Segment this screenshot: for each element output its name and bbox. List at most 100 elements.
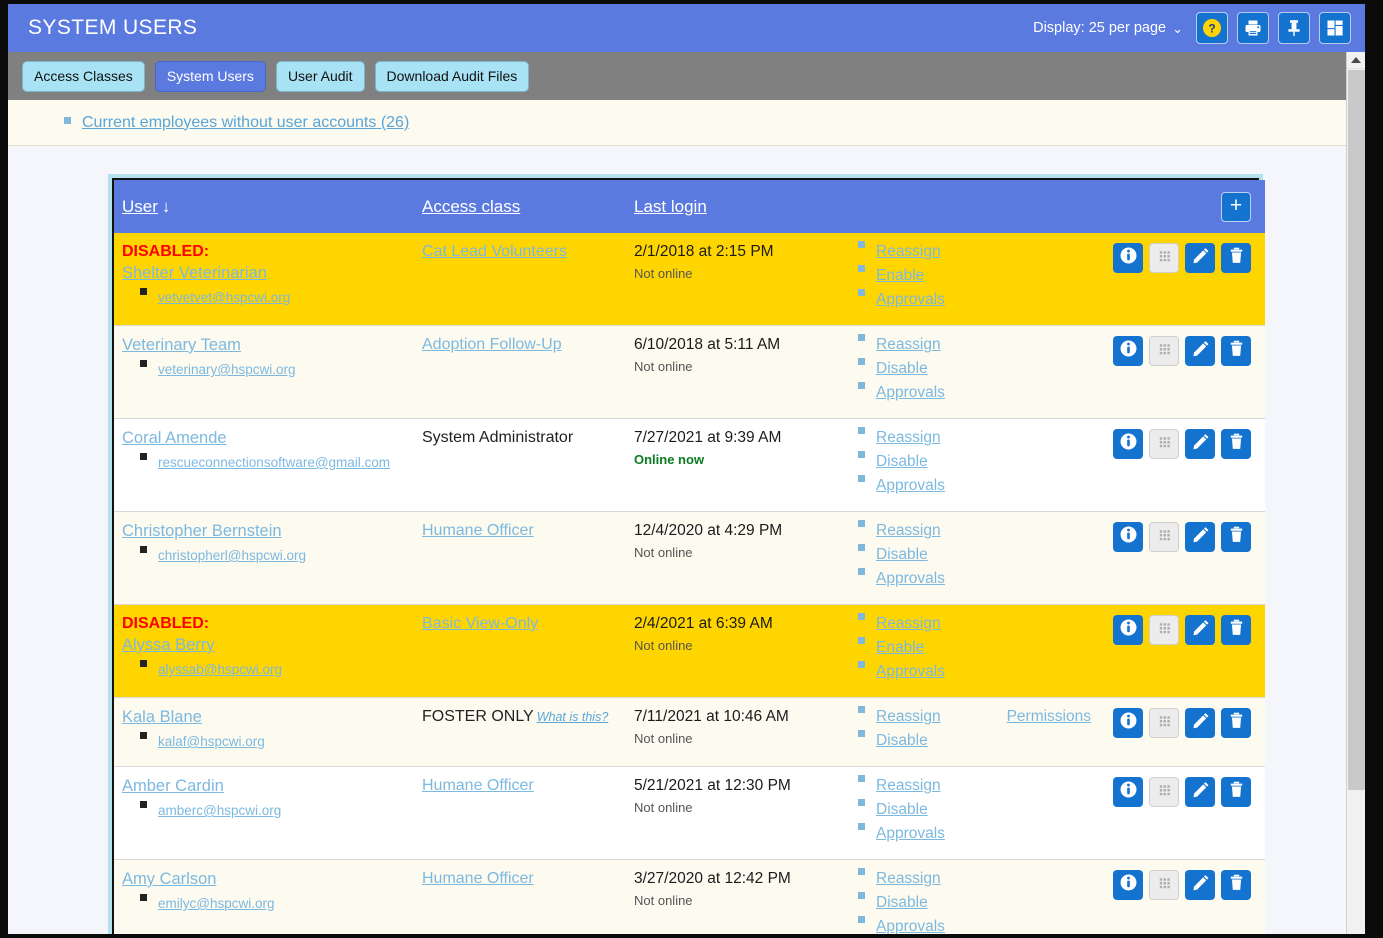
delete-button[interactable] <box>1221 777 1251 807</box>
user-name-link[interactable]: Christopher Bernstein <box>122 522 282 541</box>
pin-button[interactable] <box>1278 12 1310 44</box>
scroll-up-button[interactable] <box>1347 52 1365 69</box>
tab-bar: Access Classes System Users User Audit D… <box>8 52 1365 100</box>
action-reassign-link[interactable]: Reassign <box>876 336 941 354</box>
column-header-user[interactable]: User ↓ <box>114 180 414 233</box>
user-email-link[interactable]: emilyc@hspcwi.org <box>158 896 274 911</box>
user-name-link[interactable]: Amber Cardin <box>122 777 224 796</box>
access-class-link[interactable]: Humane Officer <box>422 522 534 539</box>
add-user-button[interactable]: + <box>1221 192 1251 222</box>
scrollbar-thumb[interactable] <box>1348 70 1365 790</box>
print-button[interactable] <box>1237 12 1269 44</box>
delete-button[interactable] <box>1221 615 1251 645</box>
info-button[interactable] <box>1113 615 1143 645</box>
access-class-link[interactable]: Adoption Follow-Up <box>422 336 562 353</box>
action-approvals-link[interactable]: Approvals <box>876 477 945 495</box>
edit-button[interactable] <box>1185 615 1215 645</box>
edit-button[interactable] <box>1185 708 1215 738</box>
tab-download-audit-files[interactable]: Download Audit Files <box>374 60 530 92</box>
user-name-link[interactable]: Veterinary Team <box>122 336 241 355</box>
column-header-access-class[interactable]: Access class <box>414 180 626 233</box>
current-employees-without-accounts-link[interactable]: Current employees without user accounts … <box>82 114 409 132</box>
edit-button[interactable] <box>1185 777 1215 807</box>
action-approvals-link[interactable]: Approvals <box>876 570 945 588</box>
user-email-link[interactable]: alyssab@hspcwi.org <box>158 662 282 677</box>
delete-button[interactable] <box>1221 870 1251 900</box>
column-header-last-login[interactable]: Last login <box>626 180 854 233</box>
vertical-scrollbar[interactable] <box>1346 52 1365 934</box>
user-email-link[interactable]: amberc@hspcwi.org <box>158 803 281 818</box>
access-class-link[interactable]: Basic View-Only <box>422 615 538 632</box>
column-header-user-link[interactable]: User <box>122 197 158 216</box>
delete-icon <box>1227 525 1246 549</box>
action-reassign-link[interactable]: Reassign <box>876 708 941 726</box>
action-reassign-link[interactable]: Reassign <box>876 615 941 633</box>
action-disable-link[interactable]: Disable <box>876 453 928 471</box>
access-class-link[interactable]: Humane Officer <box>422 777 534 794</box>
tab-access-classes[interactable]: Access Classes <box>22 60 145 92</box>
delete-button[interactable] <box>1221 243 1251 273</box>
user-name-link[interactable]: Alyssa Berry <box>122 636 215 655</box>
edit-button[interactable] <box>1185 336 1215 366</box>
action-item: Approvals <box>858 916 1091 934</box>
svg-text:?: ? <box>1208 22 1215 36</box>
access-class-link[interactable]: Humane Officer <box>422 870 534 887</box>
edit-button[interactable] <box>1185 522 1215 552</box>
action-reassign-link[interactable]: Reassign <box>876 429 941 447</box>
delete-button[interactable] <box>1221 336 1251 366</box>
edit-icon <box>1191 780 1210 804</box>
action-disable-link[interactable]: Disable <box>876 894 928 912</box>
what-is-this-link[interactable]: What is this? <box>537 710 609 724</box>
delete-icon <box>1227 711 1246 735</box>
display-per-page-select[interactable]: Display: 25 per page ⌄ <box>1029 18 1187 38</box>
user-name-link[interactable]: Shelter Veterinarian <box>122 264 267 283</box>
action-reassign-link[interactable]: Reassign <box>876 777 941 795</box>
edit-button[interactable] <box>1185 870 1215 900</box>
action-enable-link[interactable]: Enable <box>876 267 924 285</box>
delete-button[interactable] <box>1221 522 1251 552</box>
action-reassign-link[interactable]: Reassign <box>876 243 941 261</box>
help-button[interactable]: ? <box>1196 12 1228 44</box>
action-approvals-link[interactable]: Approvals <box>876 918 945 934</box>
action-enable-link[interactable]: Enable <box>876 639 924 657</box>
action-approvals-link[interactable]: Approvals <box>876 384 945 402</box>
info-button[interactable] <box>1113 870 1143 900</box>
tab-user-audit[interactable]: User Audit <box>275 60 365 92</box>
column-header-last-login-link[interactable]: Last login <box>634 197 707 216</box>
help-icon: ? <box>1203 19 1221 37</box>
info-button[interactable] <box>1113 708 1143 738</box>
delete-button[interactable] <box>1221 708 1251 738</box>
action-disable-link[interactable]: Disable <box>876 732 928 750</box>
user-name-link[interactable]: Amy Carlson <box>122 870 216 889</box>
info-button[interactable] <box>1113 336 1143 366</box>
action-disable-link[interactable]: Disable <box>876 546 928 564</box>
info-button[interactable] <box>1113 243 1143 273</box>
user-email-link[interactable]: vetvetvet@hspcwi.org <box>158 290 290 305</box>
edit-button[interactable] <box>1185 429 1215 459</box>
access-class-link[interactable]: Cat Lead Volunteers <box>422 243 567 260</box>
info-button[interactable] <box>1113 777 1143 807</box>
user-email-link[interactable]: kalaf@hspcwi.org <box>158 734 265 749</box>
column-header-access-class-link[interactable]: Access class <box>422 197 520 216</box>
bullet-icon <box>858 916 865 923</box>
tab-system-users[interactable]: System Users <box>154 60 266 92</box>
info-button[interactable] <box>1113 429 1143 459</box>
user-email-link[interactable]: veterinary@hspcwi.org <box>158 362 296 377</box>
delete-button[interactable] <box>1221 429 1251 459</box>
layout-button[interactable] <box>1319 12 1351 44</box>
user-email-link[interactable]: rescueconnectionsoftware@gmail.com <box>158 455 390 470</box>
action-approvals-link[interactable]: Approvals <box>876 825 945 843</box>
action-reassign-link[interactable]: Reassign <box>876 870 941 888</box>
user-name-link[interactable]: Kala Blane <box>122 708 202 727</box>
edit-icon <box>1191 873 1210 897</box>
action-reassign-link[interactable]: Reassign <box>876 522 941 540</box>
permissions-link[interactable]: Permissions <box>1007 708 1091 725</box>
action-disable-link[interactable]: Disable <box>876 360 928 378</box>
info-button[interactable] <box>1113 522 1143 552</box>
edit-button[interactable] <box>1185 243 1215 273</box>
action-approvals-link[interactable]: Approvals <box>876 291 945 309</box>
action-approvals-link[interactable]: Approvals <box>876 663 945 681</box>
action-disable-link[interactable]: Disable <box>876 801 928 819</box>
user-name-link[interactable]: Coral Amende <box>122 429 227 448</box>
user-email-link[interactable]: christopherl@hspcwi.org <box>158 548 306 563</box>
